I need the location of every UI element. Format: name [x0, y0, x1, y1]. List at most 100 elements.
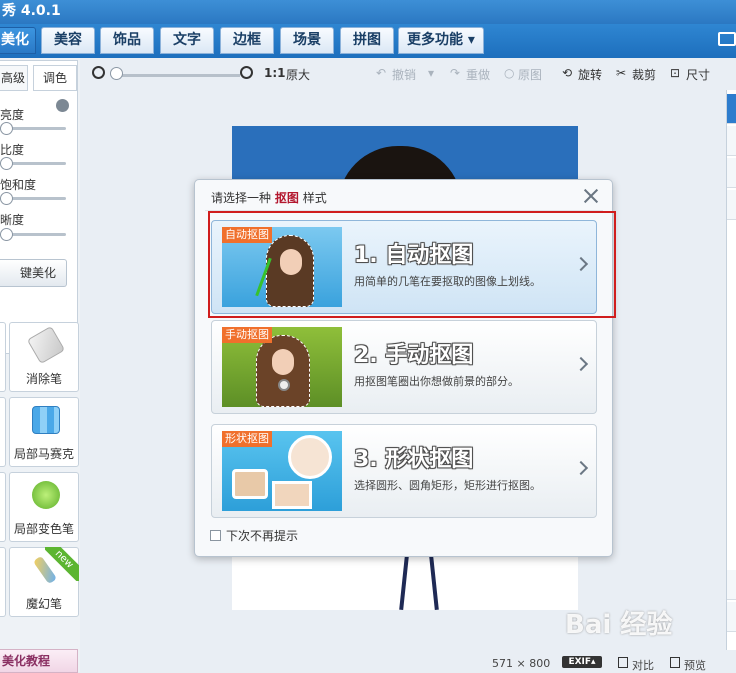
thumbnail-circle: [288, 435, 332, 479]
option-description: 选择圆形、圆角矩形，矩形进行抠图。: [354, 479, 541, 492]
left-panel: 高级 调色 亮度 比度 饱和度 晰度 键美化 消除笔 局部马赛克 局部变色笔 n…: [0, 58, 80, 673]
dialog-title-suffix: 样式: [302, 191, 327, 205]
slider-knob[interactable]: [0, 192, 13, 205]
original-icon[interactable]: ○: [504, 66, 514, 80]
size-button[interactable]: 尺寸: [686, 66, 710, 83]
new-badge-text: new: [45, 547, 79, 581]
tab-accessories[interactable]: 饰品: [100, 27, 154, 54]
tab-frame[interactable]: 边框: [220, 27, 274, 54]
tool-stub[interactable]: [0, 322, 6, 392]
side-panel-tab[interactable]: [727, 94, 736, 124]
side-panel-tab[interactable]: [727, 126, 736, 156]
tool-label: 局部变色笔: [13, 522, 74, 536]
redo-icon[interactable]: ↷: [450, 66, 460, 80]
reset-icon[interactable]: [56, 99, 69, 112]
rotate-icon[interactable]: ⟲: [562, 66, 572, 80]
option-tag: 形状抠图: [222, 431, 272, 447]
tool-stub[interactable]: [0, 547, 6, 617]
manual-cutout-thumbnail: 手动抠图: [222, 327, 342, 407]
side-panel-tab[interactable]: [727, 602, 736, 632]
subtab-advanced[interactable]: 高级: [0, 65, 28, 91]
zoom-in-icon[interactable]: [240, 66, 253, 79]
compare-icon[interactable]: [618, 657, 628, 668]
right-side-panel: [726, 90, 736, 650]
option-shape-cutout[interactable]: 形状抠图 3. 形状抠图 选择圆形、圆角矩形，矩形进行抠图。: [211, 424, 597, 518]
color-brush-icon: [32, 481, 60, 509]
dont-show-again-label[interactable]: 下次不再提示: [226, 527, 298, 544]
slider-label-brightness: 亮度: [0, 108, 25, 122]
slider-contrast[interactable]: [0, 157, 66, 170]
zoom-knob[interactable]: [110, 67, 123, 80]
watermark-text: Bai 经验: [565, 610, 673, 640]
dialog-title-prefix: 请选择一种: [211, 191, 272, 205]
tab-more-features[interactable]: 更多功能 ▾: [398, 27, 484, 54]
tool-magic-pen[interactable]: new 魔幻笔: [9, 547, 79, 617]
ratio-label[interactable]: 1:1: [264, 66, 286, 80]
close-icon[interactable]: [581, 186, 601, 206]
zoom-slider[interactable]: [112, 74, 240, 77]
tool-eraser[interactable]: 消除笔: [9, 322, 79, 392]
size-icon[interactable]: ⊡: [670, 66, 680, 80]
original-button[interactable]: 原图: [518, 66, 542, 83]
slider-label-sharpness: 晰度: [0, 213, 25, 227]
compare-button[interactable]: 对比: [632, 657, 654, 673]
thumbnail-rounded-rect: [232, 469, 268, 499]
dialog-title: 请选择一种 抠图 样式: [211, 189, 327, 206]
main-tabbar: 美化 美容 饰品 文字 边框 场景 拼图 更多功能 ▾: [0, 24, 736, 58]
tool-label: 局部马赛克: [13, 447, 74, 461]
thumbnail-rect: [272, 481, 312, 509]
undo-dropdown-icon[interactable]: ▾: [428, 66, 434, 80]
tool-stub[interactable]: [0, 397, 6, 467]
option-title: 3. 形状抠图: [354, 447, 474, 472]
image-toolbar: 1:1 原大 ↶ 撤销 ▾ ↷ 重做 ○ 原图 ⟲ 旋转 ✂ 裁剪 ⊡ 尺寸: [86, 60, 720, 90]
crop-icon[interactable]: ✂: [616, 66, 626, 80]
tool-stub[interactable]: [0, 472, 6, 542]
redo-button[interactable]: 重做: [466, 66, 490, 83]
slider-label-saturation: 饱和度: [0, 178, 37, 192]
side-panel-tab[interactable]: [727, 570, 736, 600]
dialog-title-emphasis: 抠图: [274, 191, 299, 205]
new-badge: new: [45, 547, 79, 581]
undo-button[interactable]: 撤销: [392, 66, 416, 83]
tab-text[interactable]: 文字: [160, 27, 214, 54]
side-panel-tab[interactable]: [727, 158, 736, 188]
baidu-watermark: Bai 经验: [565, 596, 705, 640]
mosaic-icon: [32, 406, 60, 434]
crop-button[interactable]: 裁剪: [632, 66, 656, 83]
slider-sharpness[interactable]: [0, 228, 66, 241]
tab-beauty[interactable]: 美容: [41, 27, 95, 54]
slider-label-contrast: 比度: [0, 143, 25, 157]
one-click-beautify-button[interactable]: 键美化: [0, 259, 67, 287]
slider-knob[interactable]: [0, 157, 13, 170]
chevron-right-icon: [573, 460, 589, 476]
slider-saturation[interactable]: [0, 192, 66, 205]
adjust-card: 高级 调色 亮度 比度 饱和度 晰度 键美化: [0, 60, 78, 354]
tool-mosaic[interactable]: 局部马赛克: [9, 397, 79, 467]
slider-knob[interactable]: [0, 228, 13, 241]
tab-scene[interactable]: 场景: [280, 27, 334, 54]
image-dimensions: 571 × 800: [492, 657, 551, 670]
folder-icon[interactable]: [718, 32, 736, 46]
window-title: 秀 4.0.1: [0, 0, 736, 24]
option-manual-cutout[interactable]: 手动抠图 2. 手动抠图 用抠图笔圈出你想做前景的部分。: [211, 320, 597, 414]
tab-collage[interactable]: 拼图: [340, 27, 394, 54]
slider-knob[interactable]: [0, 122, 13, 135]
preview-button[interactable]: 预览: [684, 657, 706, 673]
original-size-button[interactable]: 原大: [286, 66, 310, 83]
dont-show-again-checkbox[interactable]: [210, 530, 221, 541]
slider-brightness[interactable]: [0, 122, 66, 135]
exif-button[interactable]: EXIF▴: [562, 656, 602, 668]
zoom-out-icon[interactable]: [92, 66, 105, 79]
option-description: 用抠图笔圈出你想做前景的部分。: [354, 375, 519, 388]
tool-color-brush[interactable]: 局部变色笔: [9, 472, 79, 542]
shape-cutout-thumbnail: 形状抠图: [222, 431, 342, 511]
undo-icon[interactable]: ↶: [376, 66, 386, 80]
tab-beautify[interactable]: 美化: [0, 27, 36, 54]
preview-icon[interactable]: [670, 657, 680, 668]
beautify-tutorial-link[interactable]: 美化教程: [0, 649, 78, 673]
rotate-button[interactable]: 旋转: [578, 66, 602, 83]
side-panel-tab[interactable]: [727, 190, 736, 220]
thumbnail-pen: [278, 379, 290, 391]
subtab-color[interactable]: 调色: [33, 65, 77, 91]
option-title: 2. 手动抠图: [354, 343, 474, 368]
